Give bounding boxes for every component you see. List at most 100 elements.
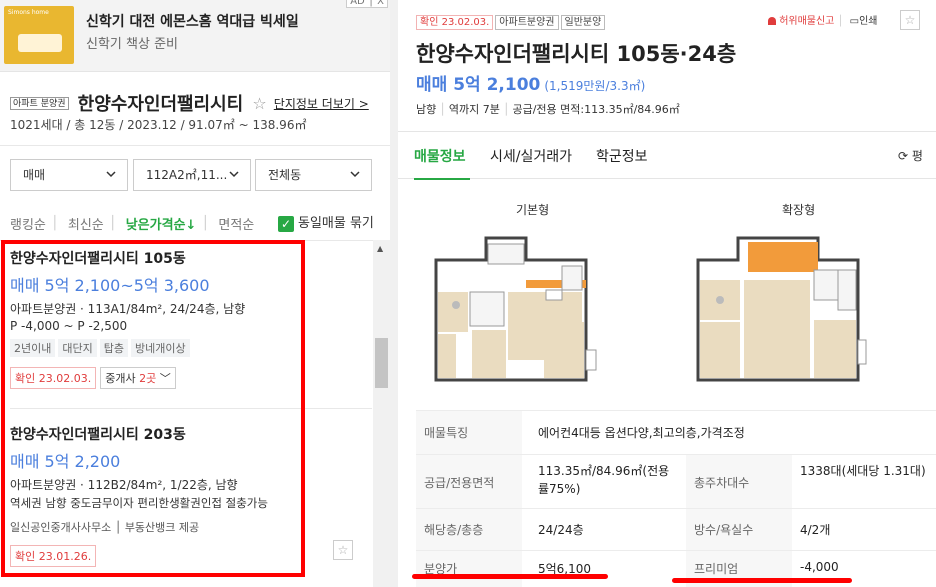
listing-source: 일신공인중개사사무소 │ 부동산뱅크 제공 bbox=[10, 521, 200, 534]
listing-premium: P -4,000 ~ P -2,500 bbox=[10, 319, 128, 333]
listing-tags: 2년이내 대단지 탑층 방네개이상 bbox=[10, 337, 300, 357]
sale-price-label: 분양가 bbox=[416, 551, 522, 587]
separator: │ bbox=[108, 216, 117, 231]
tag-chip: 2년이내 bbox=[10, 339, 56, 357]
app-root: Simons home 신학기 대전 에몬스홈 역대급 빅세일 신학기 책상 준… bbox=[0, 0, 936, 587]
tab-listing-info[interactable]: 매물정보 bbox=[414, 146, 466, 166]
chevron-down-icon bbox=[105, 160, 117, 201]
print-link[interactable]: 인쇄 bbox=[859, 16, 877, 27]
list-item[interactable]: 한양수자인더팰리시티 203동 매매 5억 2,200 아파트분양권 · 112… bbox=[10, 424, 310, 567]
parking-value: 1338대(세대당 1.31대) bbox=[800, 464, 926, 478]
agent-count-button[interactable]: 중개사 2곳 ﹀ bbox=[100, 367, 176, 389]
separator: │ bbox=[439, 103, 446, 116]
listing-description: 역세권 남향 중도금무이자 편리한생활권인접 절충가능 bbox=[10, 496, 268, 510]
group-same-listings-toggle[interactable]: ✓ 동일매물 묶기 bbox=[278, 212, 374, 232]
pyeong-toggle-button[interactable]: ⟳ 평 bbox=[898, 147, 923, 164]
highlight-underline bbox=[672, 578, 852, 583]
chevron-down-icon bbox=[349, 160, 361, 201]
ad-banner[interactable]: Simons home 신학기 대전 에몬스홈 역대급 빅세일 신학기 책상 준… bbox=[0, 0, 390, 72]
floorplan-expanded-image[interactable] bbox=[688, 230, 868, 390]
ad-title[interactable]: 신학기 대전 에몬스홈 역대급 빅세일 bbox=[86, 11, 299, 31]
ad-thumbnail[interactable]: Simons home bbox=[4, 6, 74, 64]
complex-info-more-link[interactable]: 단지정보 더보기 > bbox=[274, 95, 369, 112]
favorite-star-icon[interactable]: ☆ bbox=[900, 10, 920, 30]
ad-subtitle: 신학기 책상 준비 bbox=[86, 37, 178, 52]
floorplan-expanded-label: 확장형 bbox=[782, 203, 816, 217]
favorite-star-icon[interactable]: ☆ bbox=[333, 540, 353, 560]
feature-value: 에어컨4대등 옵션다양,최고의층,가격조정 bbox=[538, 426, 745, 440]
tag-chip: 대단지 bbox=[58, 339, 97, 357]
area-value: 113.35㎡/84.96㎡(전용률75%) bbox=[538, 464, 670, 496]
rooms-value: 4/2개 bbox=[800, 523, 831, 537]
detail-actions: 허위매물신고 │ ▭인쇄 bbox=[768, 12, 877, 27]
active-tab-indicator bbox=[414, 178, 470, 180]
sort-area[interactable]: 면적순 bbox=[218, 218, 254, 233]
complex-meta: 1021세대 / 총 12동 / 2023.12 / 91.07㎡ ~ 138.… bbox=[10, 118, 307, 132]
sale-type-tag: 일반분양 bbox=[560, 15, 606, 30]
listing-name: 한양수자인더팰리시티 203동 bbox=[10, 427, 186, 443]
divider bbox=[0, 145, 390, 146]
ad-logo: Simons home bbox=[8, 9, 49, 16]
confirm-date-badge: 확인 23.01.26. bbox=[10, 545, 97, 567]
sofa-image bbox=[18, 34, 62, 52]
area-summary: 공급/전용 면적:113.35㎡/84.96㎡ bbox=[512, 103, 680, 116]
floor-label: 해당층/총층 bbox=[416, 509, 522, 550]
detail-tabs: 매물정보 시세/실거래가 학군정보 ⟳ 평 bbox=[398, 131, 936, 180]
listing-info: 아파트분양권 · 113A1/84m², 24/24층, 남향 bbox=[10, 302, 246, 316]
siren-icon bbox=[768, 17, 776, 25]
chevron-down-icon: ﹀ bbox=[156, 372, 171, 385]
detail-tags: 확인 23.02.03. 아파트분양권 일반분양 bbox=[416, 10, 607, 30]
sort-lowest-price[interactable]: 낮은가격순↓ bbox=[126, 218, 197, 233]
panel-divider bbox=[390, 0, 398, 587]
divider bbox=[10, 408, 372, 409]
floorplan-basic-image[interactable] bbox=[426, 230, 606, 390]
report-fake-listing-link[interactable]: 허위매물신고 bbox=[779, 16, 834, 27]
sort-latest[interactable]: 최신순 bbox=[68, 218, 104, 233]
parking-label: 총주차대수 bbox=[686, 455, 792, 508]
separator: │ bbox=[837, 16, 844, 27]
listing-info: 아파트분양권 · 112B2/84m², 1/22층, 남향 bbox=[10, 478, 238, 492]
ad-close-button[interactable]: AD │ X bbox=[346, 0, 388, 8]
sort-ranking[interactable]: 랭킹순 bbox=[10, 218, 46, 233]
list-item[interactable]: 한양수자인더팰리시티 105동 매매 5억 2,100~5억 3,600 아파트… bbox=[10, 248, 300, 389]
separator: │ bbox=[502, 103, 510, 116]
listing-name: 한양수자인더팰리시티 105동 bbox=[10, 251, 186, 267]
agent-count: 2곳 bbox=[139, 372, 157, 385]
complex-name: 한양수자인더팰리시티 bbox=[77, 94, 244, 115]
group-same-label: 동일매물 묶기 bbox=[298, 216, 374, 231]
listing-panel: Simons home 신학기 대전 에몬스홈 역대급 빅세일 신학기 책상 준… bbox=[0, 0, 390, 587]
floor-value: 24/24층 bbox=[538, 523, 584, 537]
checkbox-checked-icon[interactable]: ✓ bbox=[278, 215, 294, 232]
scroll-up-icon[interactable]: ▲ bbox=[377, 244, 383, 253]
confirm-date-badge: 확인 23.02.03. bbox=[10, 367, 97, 389]
detail-price-value: 매매 5억 2,100 bbox=[416, 75, 541, 95]
price-per-area: (1,519만원/3.3㎡) bbox=[544, 79, 646, 93]
dong-select[interactable]: 전체동 bbox=[255, 159, 372, 191]
premium-value: -4,000 bbox=[800, 560, 839, 574]
area-value: 112A2㎡,11... bbox=[146, 168, 228, 182]
listing-price: 매매 5억 2,200 bbox=[10, 452, 121, 471]
complex-header: 아파트 분양권 한양수자인더팰리시티 ☆ 단지정보 더보기 > bbox=[10, 90, 382, 116]
area-select[interactable]: 112A2㎡,11... bbox=[133, 159, 251, 191]
detail-title: 한양수자인더팰리시티 105동·24층 bbox=[416, 42, 737, 66]
trade-type-select[interactable]: 매매 bbox=[10, 159, 128, 191]
direction: 남향 bbox=[416, 103, 437, 116]
tag-chip: 방네개이상 bbox=[130, 339, 190, 357]
area-label: 공급/전용면적 bbox=[416, 455, 522, 508]
scrollbar[interactable] bbox=[373, 240, 390, 587]
complex-type-tag: 아파트 분양권 bbox=[10, 96, 69, 110]
feature-label: 매물특징 bbox=[416, 411, 522, 454]
tab-school-info[interactable]: 학군정보 bbox=[596, 146, 648, 166]
listing-footer: 확인 23.02.03. 중개사 2곳 ﹀ bbox=[10, 367, 300, 389]
tag-chip: 탑층 bbox=[99, 339, 128, 357]
tab-market-price[interactable]: 시세/실거래가 bbox=[490, 146, 572, 166]
rooms-label: 방수/욕실수 bbox=[686, 509, 792, 550]
scrollbar-thumb[interactable] bbox=[375, 338, 388, 388]
dong-value: 전체동 bbox=[268, 168, 302, 182]
favorite-star-icon[interactable]: ☆ bbox=[252, 94, 266, 113]
confirm-date-badge: 확인 23.02.03. bbox=[416, 15, 494, 30]
detail-panel: 확인 23.02.03. 아파트분양권 일반분양 허위매물신고 │ ▭인쇄 ☆ 한양수… bbox=[398, 0, 936, 587]
trade-type-value: 매매 bbox=[23, 168, 46, 182]
detail-price: 매매 5억 2,100 (1,519만원/3.3㎡) bbox=[416, 70, 645, 95]
chevron-down-icon bbox=[228, 160, 240, 201]
